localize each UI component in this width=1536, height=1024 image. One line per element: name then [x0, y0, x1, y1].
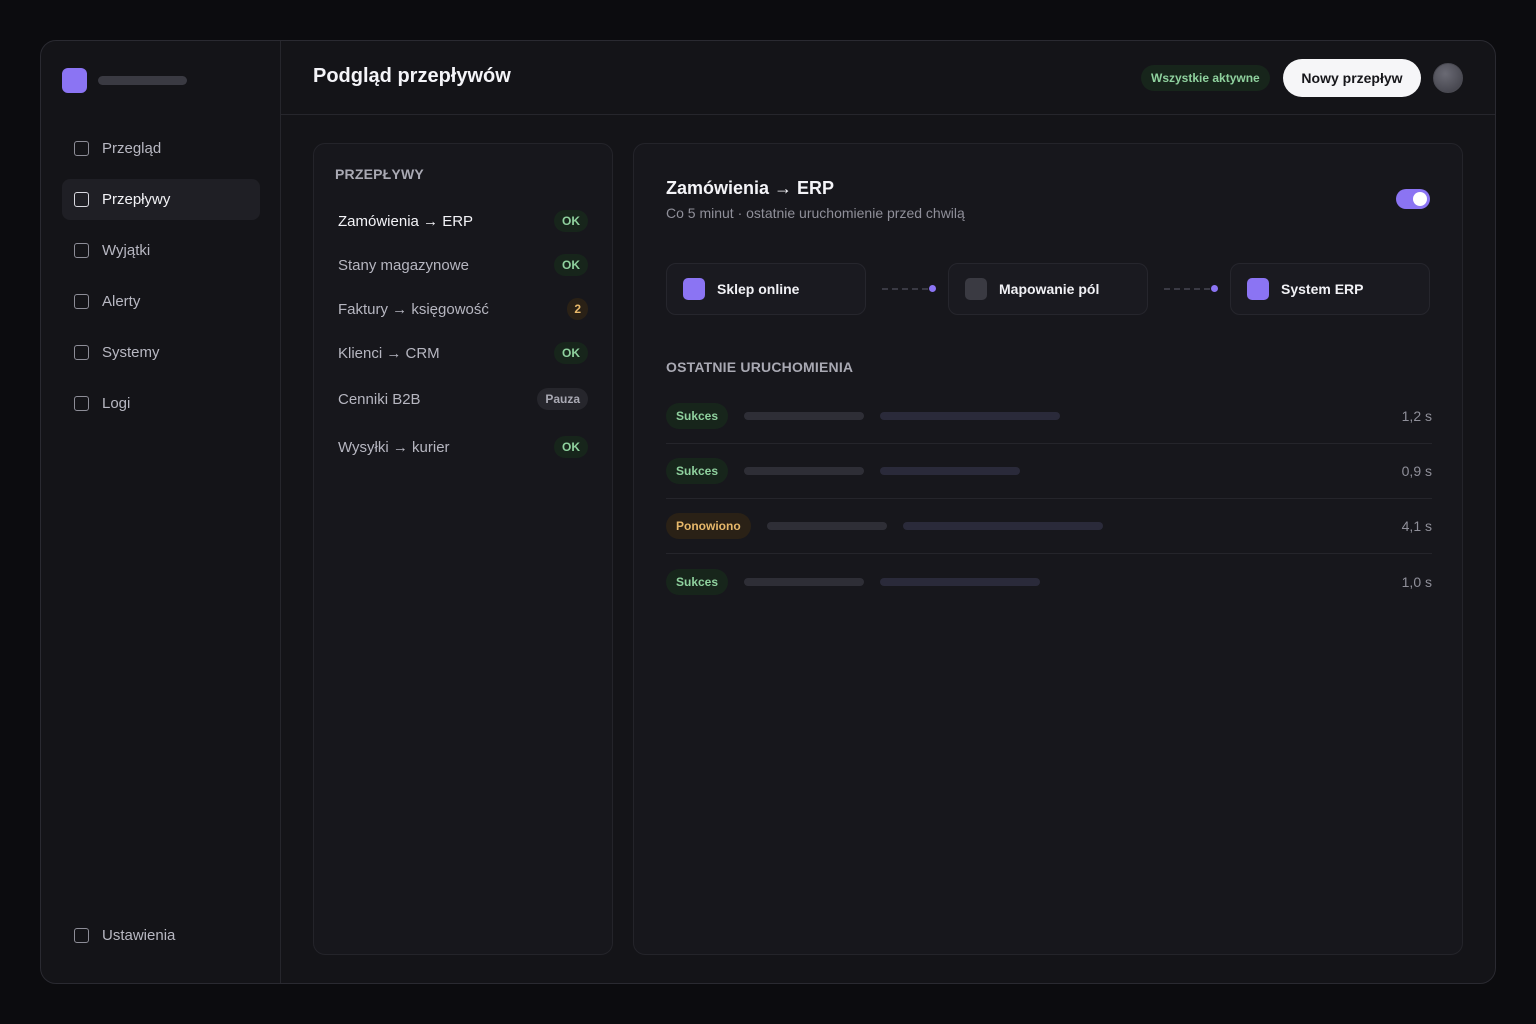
sidebar-item-ustawienia[interactable]: Ustawienia: [62, 915, 260, 956]
run-placeholder-bar: [744, 577, 865, 586]
status-badge: OK: [554, 436, 588, 458]
page-title: Podgląd przepływów: [313, 65, 511, 87]
sidebar-footer: Ustawienia: [62, 915, 260, 966]
flow-name: Zamówienia → ERP: [338, 212, 474, 230]
connector-dot-icon: [1211, 285, 1218, 292]
run-status-badge: Sukces: [666, 458, 729, 484]
status-badge: OK: [554, 254, 588, 276]
status-badge: OK: [554, 210, 588, 232]
source-icon: [683, 278, 705, 300]
checkbox-icon: [74, 294, 89, 309]
run-status-badge: Ponowiono: [666, 513, 751, 539]
sidebar-item-przeglad[interactable]: Przegląd: [62, 128, 260, 169]
sidebar-item-systemy[interactable]: Systemy: [62, 332, 260, 373]
checkbox-icon: [74, 345, 89, 360]
run-status-badge: Sukces: [666, 403, 729, 429]
checkbox-icon: [74, 243, 89, 258]
app-window: Przegląd Przepływy Wyjątki Alerty System…: [40, 40, 1496, 984]
status-badge: Pauza: [537, 388, 588, 410]
brand-name-placeholder: [98, 76, 187, 85]
run-duration: 1,2 s: [1401, 408, 1432, 424]
pipeline-node-mapping[interactable]: Mapowanie pól: [948, 263, 1148, 315]
run-placeholder-bar: [880, 467, 1021, 475]
run-row[interactable]: Sukces 1,2 s: [666, 389, 1432, 444]
flow-name: Klienci → CRM: [338, 344, 440, 362]
sidebar-item-label: Systemy: [102, 344, 160, 361]
flow-item[interactable]: Wysyłki → kurier OK: [326, 423, 600, 471]
toggle-knob: [1413, 192, 1427, 206]
sidebar-item-alerty[interactable]: Alerty: [62, 281, 260, 322]
avatar[interactable]: [1433, 63, 1463, 93]
checkbox-icon: [74, 928, 89, 943]
run-placeholder-bar: [766, 522, 887, 530]
status-badge: Wszystkie aktywne: [1141, 65, 1270, 91]
flow-item[interactable]: Faktury → księgowość 2: [326, 287, 600, 331]
run-placeholder-bar: [902, 522, 1103, 530]
count-badge: 2: [567, 298, 588, 320]
connector-line: [1164, 288, 1210, 290]
flows-heading: PRZEPŁYWY: [335, 166, 424, 182]
run-placeholder-bar: [744, 412, 865, 420]
flows-panel: PRZEPŁYWY Zamówienia → ERP OK Stany maga…: [313, 143, 613, 955]
sidebar-item-label: Przegląd: [102, 140, 162, 157]
pipeline-node-target[interactable]: System ERP: [1230, 263, 1430, 315]
pipeline-node-source[interactable]: Sklep online: [666, 263, 866, 315]
sidebar-item-label: Logi: [102, 395, 131, 412]
flow-enabled-toggle[interactable]: [1396, 189, 1430, 209]
node-label: System ERP: [1281, 281, 1364, 297]
run-row[interactable]: Sukces 0,9 s: [666, 444, 1432, 499]
connector-dot-icon: [929, 285, 936, 292]
node-label: Mapowanie pól: [999, 281, 1100, 297]
run-row[interactable]: Ponowiono 4,1 s: [666, 499, 1432, 554]
sidebar-item-label: Alerty: [102, 293, 141, 310]
checkbox-icon: [74, 192, 89, 207]
flow-item[interactable]: Zamówienia → ERP OK: [326, 199, 600, 243]
sidebar-item-label: Ustawienia: [102, 927, 176, 944]
run-placeholder-bar: [880, 412, 1061, 420]
flow-name: Cenniki B2B: [338, 390, 421, 408]
checkbox-icon: [74, 396, 89, 411]
flow-name: Faktury → księgowość: [338, 300, 489, 318]
pipeline: Sklep online Mapowanie pól System ERP: [666, 263, 1432, 315]
flow-schedule: Co 5 minut · ostatnie uruchomienie przed…: [666, 205, 965, 221]
sidebar-item-label: Przepływy: [102, 191, 171, 208]
run-duration: 1,0 s: [1401, 573, 1432, 590]
run-placeholder-bar: [744, 467, 865, 475]
flow-name: Stany magazynowe: [338, 256, 469, 274]
flow-title: Zamówienia → ERP: [666, 178, 835, 198]
run-duration: 4,1 s: [1401, 518, 1432, 534]
flow-item[interactable]: Stany magazynowe OK: [326, 243, 600, 287]
checkbox-icon: [74, 141, 89, 156]
sidebar-nav: Przegląd Przepływy Wyjątki Alerty System…: [62, 128, 260, 434]
flow-item[interactable]: Klienci → CRM OK: [326, 331, 600, 375]
mapping-icon: [965, 278, 987, 300]
sidebar-item-przeplywy[interactable]: Przepływy: [62, 179, 260, 220]
target-icon: [1247, 278, 1269, 300]
status-badge: OK: [554, 342, 588, 364]
sidebar-item-logi[interactable]: Logi: [62, 383, 260, 424]
node-label: Sklep online: [717, 281, 800, 297]
connector-line: [882, 288, 928, 290]
flow-list: Zamówienia → ERP OK Stany magazynowe OK …: [326, 199, 600, 471]
run-placeholder-bar: [880, 577, 1041, 586]
runs-heading: OSTATNIE URUCHOMIENIA: [666, 359, 854, 375]
run-status-badge: Sukces: [666, 568, 729, 595]
flow-name: Wysyłki → kurier: [338, 438, 450, 456]
brand-logo-icon: [62, 68, 87, 93]
run-row[interactable]: Sukces 1,0 s: [666, 554, 1432, 609]
run-duration: 0,9 s: [1401, 463, 1432, 479]
sidebar-item-wyjatki[interactable]: Wyjątki: [62, 230, 260, 271]
sidebar-item-label: Wyjątki: [102, 242, 151, 259]
top-header: Podgląd przepływów Wszystkie aktywne Now…: [281, 41, 1495, 115]
brand[interactable]: [62, 68, 187, 93]
runs-list: Sukces 1,2 s Sukces 0,9 s Ponowiono 4,1 …: [666, 389, 1432, 609]
flow-item[interactable]: Cenniki B2B Pauza: [326, 375, 600, 423]
new-flow-button[interactable]: Nowy przepływ: [1283, 59, 1421, 97]
flow-detail-panel: Zamówienia → ERP Co 5 minut · ostatnie u…: [633, 143, 1463, 955]
sidebar: Przegląd Przepływy Wyjątki Alerty System…: [41, 41, 281, 983]
